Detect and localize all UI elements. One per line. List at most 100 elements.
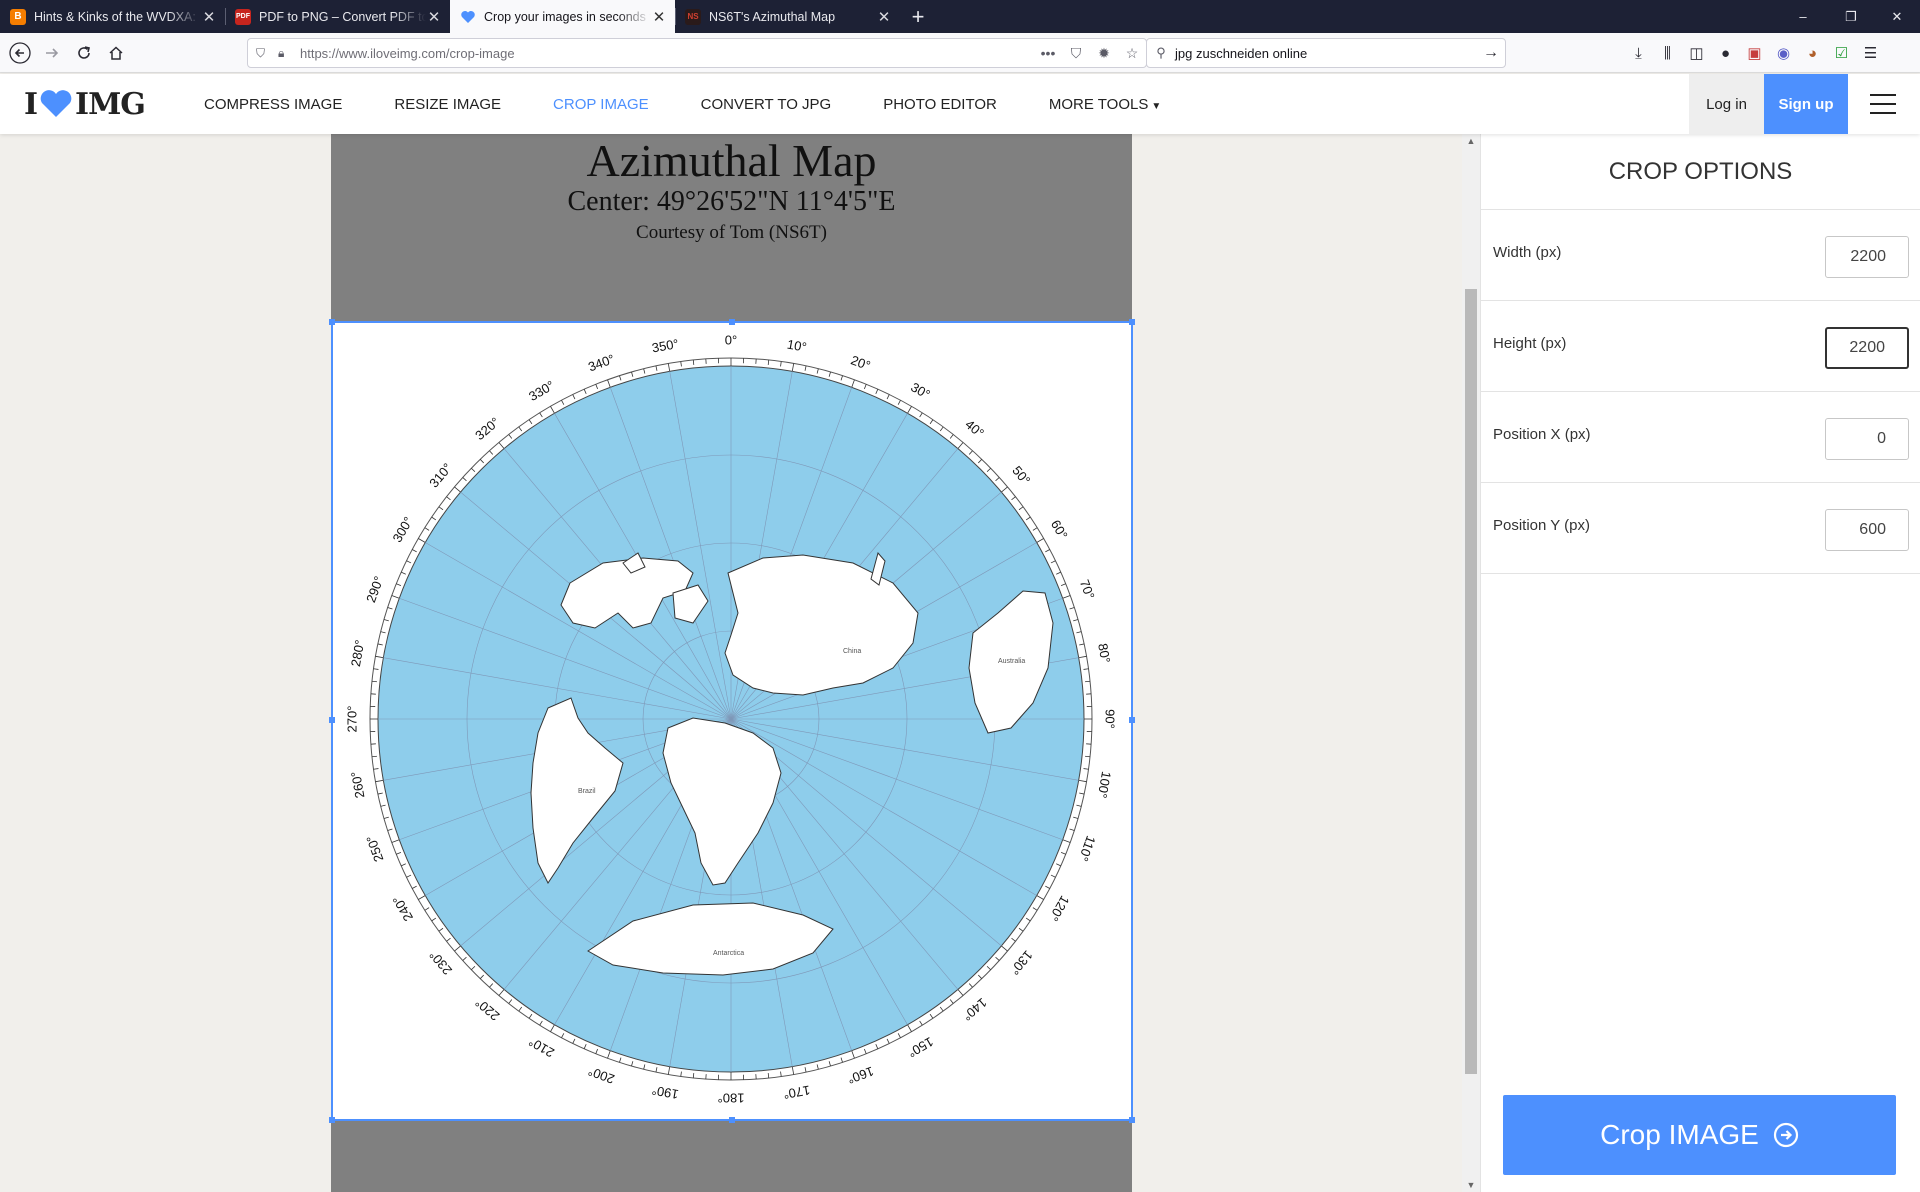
bearing-tick bbox=[371, 680, 377, 683]
url-text[interactable]: https://www.iloveimg.com/crop-image bbox=[300, 46, 1034, 61]
bearing-tick bbox=[1085, 755, 1091, 758]
crop-image-button[interactable]: Crop IMAGE bbox=[1503, 1095, 1896, 1175]
crop-workspace: Azimuthal Map Center: 49°26'52"N 11°4'5"… bbox=[0, 134, 1480, 1192]
login-button[interactable]: Log in bbox=[1689, 74, 1764, 134]
crop-handle-bottom-left[interactable] bbox=[329, 1117, 335, 1123]
search-bar[interactable]: ⚲ jpg zuschneiden online → bbox=[1146, 38, 1506, 68]
iloveimg-logo[interactable]: I IMG bbox=[24, 86, 146, 122]
bearing-label: 190° bbox=[651, 1083, 680, 1102]
browser-tab-strip: B Hints & Kinks of the WVDXA: C ✕ PDF PD… bbox=[0, 0, 1920, 33]
crop-handle-bottom[interactable] bbox=[729, 1117, 735, 1123]
app-menu-icon[interactable]: ☰ bbox=[1856, 38, 1885, 68]
search-go-arrow-icon[interactable]: → bbox=[1477, 44, 1505, 62]
height-option-row: Height (px) bbox=[1481, 301, 1920, 392]
minimize-window-button[interactable]: – bbox=[1780, 0, 1826, 33]
menu-convert-to-jpg[interactable]: CONVERT TO JPG bbox=[701, 96, 832, 113]
workspace-scrollbar[interactable]: ▲ ▼ bbox=[1462, 134, 1480, 1192]
tracking-shield-icon[interactable]: ⛉ bbox=[256, 46, 270, 61]
bearing-label: 80° bbox=[1095, 642, 1113, 664]
bearing-label: 110° bbox=[1076, 834, 1099, 864]
bearing-label: 130° bbox=[1007, 948, 1036, 978]
pdf-favicon-icon: PDF bbox=[235, 8, 251, 25]
browser-tab[interactable]: PDF PDF to PNG – Convert PDF to P ✕ bbox=[225, 0, 450, 33]
close-tab-icon[interactable]: ✕ bbox=[426, 8, 442, 26]
menu-crop-image[interactable]: CROP IMAGE bbox=[553, 96, 649, 113]
bearing-label: 220° bbox=[472, 995, 502, 1024]
position-y-input[interactable] bbox=[1825, 509, 1909, 551]
bearing-label: 150° bbox=[905, 1034, 936, 1060]
crop-handle-top[interactable] bbox=[729, 319, 735, 325]
pocket-icon[interactable]: ⛉ bbox=[1062, 45, 1090, 62]
extension-cookie-icon[interactable]: ◕ bbox=[1798, 38, 1827, 68]
reload-icon bbox=[78, 45, 90, 59]
close-tab-icon[interactable]: ✕ bbox=[651, 8, 667, 26]
browser-tab[interactable]: NS NS6T's Azimuthal Map ✕ bbox=[675, 0, 900, 33]
back-button[interactable] bbox=[4, 37, 36, 69]
bearing-label: 120° bbox=[1046, 893, 1072, 924]
extension-check-icon[interactable]: ☑ bbox=[1827, 38, 1856, 68]
label-antarctica: Antarctica bbox=[713, 950, 744, 957]
bearing-label: 180° bbox=[718, 1091, 745, 1106]
position-x-input[interactable] bbox=[1825, 418, 1909, 460]
sidebar-toggle-icon[interactable]: ◫ bbox=[1682, 38, 1711, 68]
close-tab-icon[interactable]: ✕ bbox=[876, 8, 892, 26]
address-bar[interactable]: ⛉ 🔒︎ https://www.iloveimg.com/crop-image… bbox=[247, 38, 1147, 68]
tab-title: Hints & Kinks of the WVDXA: C bbox=[34, 9, 201, 24]
crop-handle-right[interactable] bbox=[1129, 717, 1135, 723]
lock-icon[interactable]: 🔒︎ bbox=[278, 46, 292, 61]
browser-tab[interactable]: B Hints & Kinks of the WVDXA: C ✕ bbox=[0, 0, 225, 33]
width-input[interactable] bbox=[1825, 236, 1909, 278]
menu-photo-editor[interactable]: PHOTO EDITOR bbox=[883, 96, 997, 113]
maximize-window-button[interactable]: ❐ bbox=[1828, 0, 1874, 33]
bearing-tick bbox=[767, 359, 770, 365]
crop-handle-left[interactable] bbox=[329, 717, 335, 723]
bearing-label: 50° bbox=[1009, 463, 1033, 488]
label-brazil: Brazil bbox=[578, 788, 596, 795]
azimuthal-map: China Australia Brazil Antarctica 0° 10° 2… bbox=[344, 332, 1117, 1106]
crop-handle-top-left[interactable] bbox=[329, 319, 335, 325]
bearing-tick bbox=[371, 755, 377, 758]
hamburger-menu-icon[interactable] bbox=[1870, 94, 1896, 114]
forward-button[interactable] bbox=[36, 37, 68, 69]
bearing-label: 250° bbox=[363, 833, 386, 863]
bearing-tick bbox=[767, 1073, 770, 1079]
extension-globe-icon[interactable]: ◉ bbox=[1769, 38, 1798, 68]
bearing-label: 310° bbox=[426, 460, 455, 490]
crop-selection-box[interactable]: China Australia Brazil Antarctica 0° 10° 2… bbox=[329, 319, 1135, 1123]
search-input[interactable]: jpg zuschneiden online bbox=[1175, 46, 1477, 61]
menu-compress-image[interactable]: COMPRESS IMAGE bbox=[204, 96, 342, 113]
close-window-button[interactable]: ✕ bbox=[1874, 0, 1920, 33]
extension-icon[interactable]: ✹ bbox=[1090, 45, 1118, 62]
reload-button[interactable] bbox=[68, 37, 100, 69]
label-australia: Australia bbox=[998, 658, 1025, 665]
crop-handle-bottom-right[interactable] bbox=[1129, 1117, 1135, 1123]
bearing-label: 290° bbox=[363, 574, 386, 604]
bearing-label: 210° bbox=[526, 1034, 557, 1060]
scroll-up-arrow-icon[interactable]: ▲ bbox=[1462, 136, 1480, 146]
scroll-down-arrow-icon[interactable]: ▼ bbox=[1462, 1180, 1480, 1190]
bookmark-star-icon[interactable]: ☆ bbox=[1118, 45, 1146, 62]
downloads-icon[interactable]: ⤓ bbox=[1624, 38, 1653, 68]
logo-text-img: IMG bbox=[75, 86, 146, 122]
crop-handle-top-right[interactable] bbox=[1129, 319, 1135, 325]
blogger-favicon-icon: B bbox=[10, 8, 26, 25]
account-icon[interactable]: ● bbox=[1711, 38, 1740, 68]
scrollbar-thumb[interactable] bbox=[1465, 289, 1477, 1074]
menu-resize-image[interactable]: RESIZE IMAGE bbox=[394, 96, 501, 113]
signup-button[interactable]: Sign up bbox=[1764, 74, 1848, 134]
tab-title: Crop your images in seconds f bbox=[484, 9, 651, 24]
bearing-label: 10° bbox=[786, 337, 808, 355]
library-icon[interactable]: ⫼ bbox=[1653, 38, 1682, 68]
bearing-label: 160° bbox=[845, 1064, 875, 1087]
map-title: Azimuthal Map bbox=[586, 135, 877, 186]
height-input[interactable] bbox=[1825, 327, 1909, 369]
home-icon bbox=[109, 45, 123, 60]
browser-tab-active[interactable]: Crop your images in seconds f ✕ bbox=[450, 0, 675, 33]
close-tab-icon[interactable]: ✕ bbox=[201, 8, 217, 26]
extension-red-icon[interactable]: ▣ bbox=[1740, 38, 1769, 68]
menu-more-tools[interactable]: MORE TOOLS ▼ bbox=[1049, 96, 1161, 113]
new-tab-button[interactable]: + bbox=[900, 0, 936, 33]
page-actions-icon[interactable]: ••• bbox=[1034, 45, 1062, 61]
width-option-row: Width (px) bbox=[1481, 210, 1920, 301]
home-button[interactable] bbox=[100, 37, 132, 69]
